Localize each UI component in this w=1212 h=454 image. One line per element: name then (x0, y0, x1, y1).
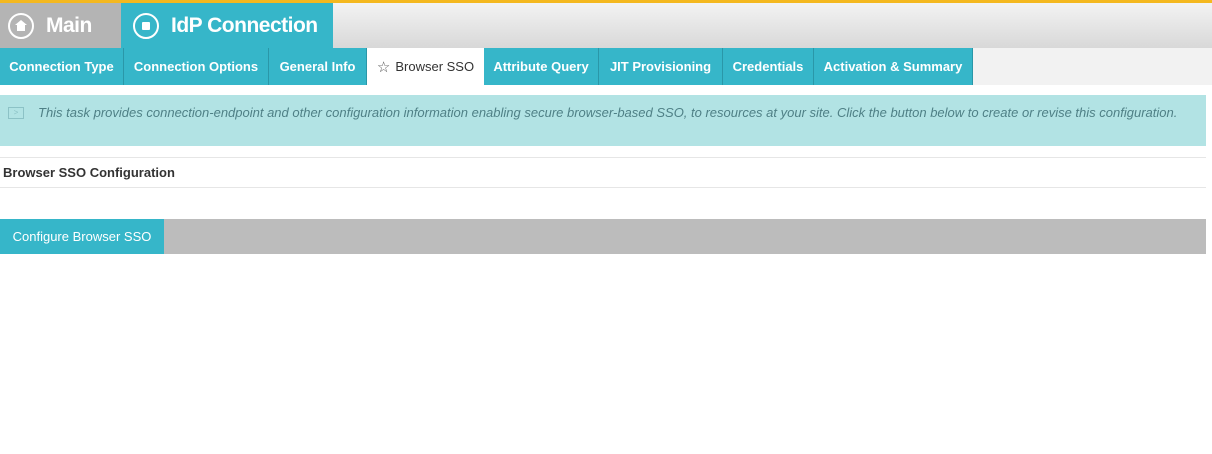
info-text: This task provides connection-endpoint a… (38, 105, 1178, 120)
tab-label: General Info (279, 59, 356, 74)
main-nav-tab[interactable]: Main (0, 3, 121, 48)
star-icon: ☆ (376, 58, 391, 76)
tab-label: Browser SSO (395, 59, 475, 74)
tab-jit-provisioning[interactable]: JIT Provisioning (599, 48, 723, 85)
header-bar: Main IdP Connection (0, 3, 1212, 48)
info-message: > This task provides connection-endpoint… (0, 95, 1206, 146)
tab-label: Credentials (732, 59, 804, 74)
section-title: Browser SSO Configuration (3, 165, 175, 180)
wizard-tabs: Connection Type Connection Options Gener… (0, 48, 1212, 85)
tab-connection-type[interactable]: Connection Type (0, 48, 124, 85)
idp-connection-label: IdP Connection (171, 13, 318, 37)
tab-label: Activation & Summary (823, 59, 963, 74)
tab-attribute-query[interactable]: Attribute Query (484, 48, 599, 85)
tab-label: Connection Type (9, 59, 114, 74)
section-header: Browser SSO Configuration (0, 157, 1206, 188)
configure-browser-sso-button[interactable]: Configure Browser SSO (0, 219, 164, 254)
tab-label: JIT Provisioning (609, 59, 712, 74)
stop-icon (133, 12, 159, 39)
tab-activation-summary[interactable]: Activation & Summary (814, 48, 973, 85)
info-icon: > (8, 107, 24, 119)
tab-label: Connection Options (133, 59, 259, 74)
tab-credentials[interactable]: Credentials (723, 48, 814, 85)
idp-connection-nav-tab[interactable]: IdP Connection (121, 3, 333, 48)
tab-label: Attribute Query (493, 59, 589, 74)
tab-browser-sso[interactable]: ☆ Browser SSO (367, 48, 484, 85)
tab-general-info[interactable]: General Info (269, 48, 367, 85)
tab-connection-options[interactable]: Connection Options (124, 48, 269, 85)
main-nav-label: Main (46, 13, 92, 37)
action-bar: Configure Browser SSO (0, 219, 1206, 254)
home-icon (8, 12, 34, 39)
